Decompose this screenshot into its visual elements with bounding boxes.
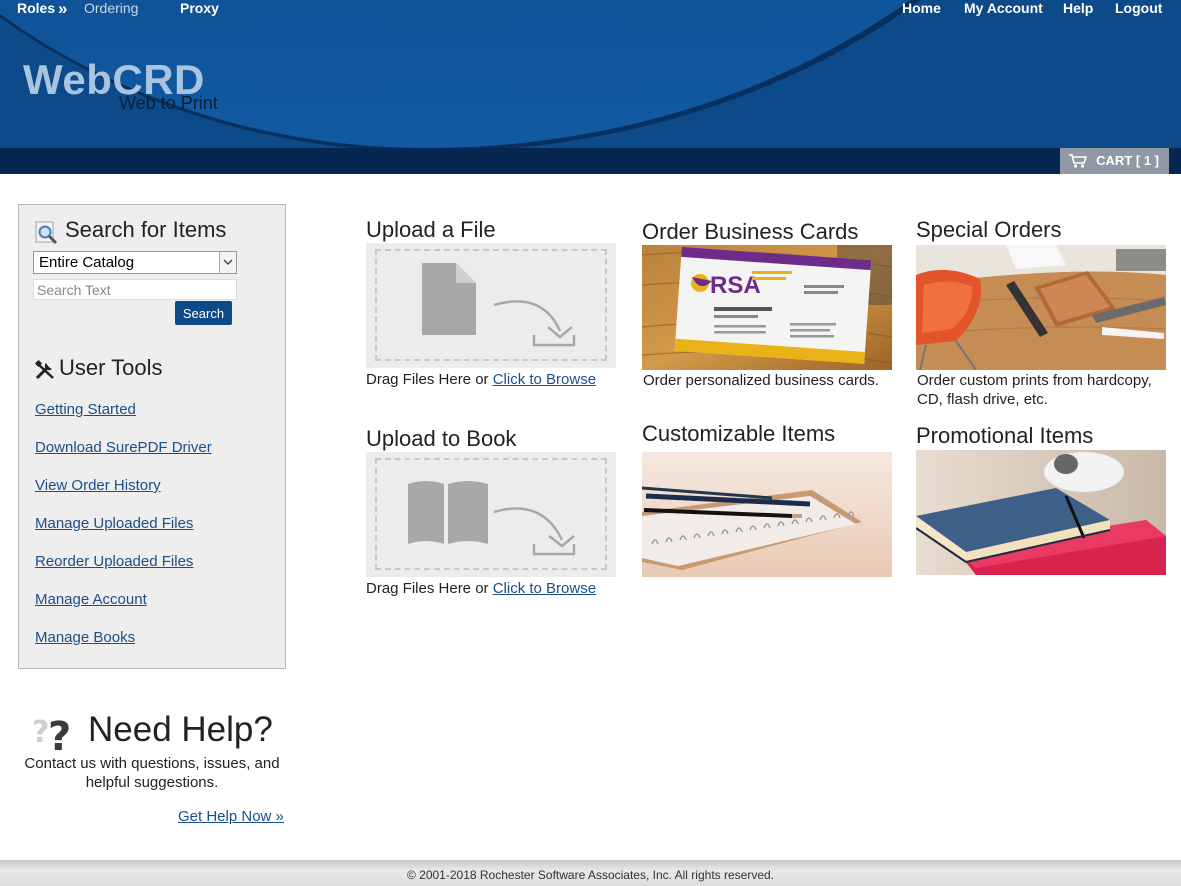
nav-home[interactable]: Home bbox=[902, 0, 941, 16]
site-header: Roles » Ordering Proxy Home My Account H… bbox=[0, 0, 1181, 174]
upload-file-browse-link[interactable]: Click to Browse bbox=[493, 371, 596, 388]
nav-roles[interactable]: Roles bbox=[17, 0, 55, 16]
upload-book-title: Upload to Book bbox=[366, 426, 517, 451]
business-cards-image[interactable]: RSA bbox=[642, 245, 892, 370]
help-title: Need Help? bbox=[88, 710, 273, 749]
special-orders-image[interactable] bbox=[916, 245, 1166, 370]
upload-file-caption-text: Drag Files Here or bbox=[366, 371, 493, 388]
link-manage-uploaded-files[interactable]: Manage Uploaded Files bbox=[35, 515, 193, 532]
user-tools-heading: User Tools bbox=[59, 355, 163, 380]
help-text: Contact us with questions, issues, and h… bbox=[24, 755, 280, 791]
copyright-text: © 2001-2018 Rochester Software Associate… bbox=[406, 868, 775, 882]
question-marks-icon: ? ? bbox=[32, 714, 71, 754]
nav-help[interactable]: Help bbox=[1063, 0, 1093, 16]
notebook-pencils-illustration bbox=[642, 452, 892, 577]
link-view-order-history[interactable]: View Order History bbox=[35, 477, 161, 494]
chevron-double-right-icon: » bbox=[58, 0, 68, 18]
nav-ordering[interactable]: Ordering bbox=[84, 0, 138, 16]
tools-icon bbox=[34, 359, 54, 380]
sidebar: Search for Items Entire Catalog Search U… bbox=[18, 204, 286, 669]
link-manage-books[interactable]: Manage Books bbox=[35, 629, 135, 646]
search-icon bbox=[35, 221, 58, 245]
nav-proxy[interactable]: Proxy bbox=[180, 0, 219, 16]
book-upload-icon bbox=[408, 481, 576, 556]
business-cards-title[interactable]: Order Business Cards bbox=[642, 219, 858, 245]
search-button[interactable]: Search bbox=[175, 301, 232, 325]
upload-book-caption: Drag Files Here or Click to Browse bbox=[366, 579, 596, 598]
nav-logout[interactable]: Logout bbox=[1115, 0, 1162, 16]
promotional-items-image[interactable] bbox=[916, 450, 1166, 575]
upload-file-dropzone[interactable] bbox=[366, 243, 616, 368]
get-help-now-link[interactable]: Get Help Now » bbox=[178, 808, 284, 825]
card-logo-text: RSA bbox=[710, 272, 761, 299]
upload-book-dropzone[interactable] bbox=[366, 452, 616, 577]
link-reorder-uploaded-files[interactable]: Reorder Uploaded Files bbox=[35, 553, 193, 570]
customizable-items-title[interactable]: Customizable Items bbox=[642, 421, 835, 447]
catalog-select-value: Entire Catalog bbox=[39, 254, 135, 271]
customizable-items-image[interactable] bbox=[642, 452, 892, 577]
business-cards-illustration: RSA bbox=[642, 245, 892, 370]
site-footer: © 2001-2018 Rochester Software Associate… bbox=[0, 860, 1181, 886]
header-band bbox=[0, 148, 1181, 174]
top-navigation: Roles » Ordering Proxy Home My Account H… bbox=[0, 0, 1181, 18]
promotional-items-title[interactable]: Promotional Items bbox=[916, 423, 1093, 449]
document-upload-icon bbox=[422, 263, 576, 347]
cart-button[interactable]: CART [ 1 ] bbox=[1060, 148, 1169, 174]
nav-my-account[interactable]: My Account bbox=[964, 0, 1043, 16]
cart-label: CART [ 1 ] bbox=[1096, 153, 1159, 168]
search-heading: Search for Items bbox=[65, 217, 227, 242]
upload-file-caption: Drag Files Here or Click to Browse bbox=[366, 370, 596, 389]
upload-book-browse-link[interactable]: Click to Browse bbox=[493, 580, 596, 597]
notebooks-illustration bbox=[916, 450, 1166, 575]
catalog-select[interactable]: Entire Catalog bbox=[33, 251, 237, 274]
desk-workspace-illustration bbox=[916, 245, 1166, 370]
shopping-cart-icon bbox=[1069, 154, 1088, 168]
link-getting-started[interactable]: Getting Started bbox=[35, 401, 136, 418]
chevron-down-icon bbox=[219, 252, 236, 273]
svg-text:?: ? bbox=[32, 715, 49, 750]
business-cards-caption: Order personalized business cards. bbox=[643, 372, 879, 389]
link-manage-account[interactable]: Manage Account bbox=[35, 591, 147, 608]
upload-book-caption-text: Drag Files Here or bbox=[366, 580, 493, 597]
upload-file-title: Upload a File bbox=[366, 217, 496, 242]
search-input[interactable] bbox=[33, 279, 237, 300]
site-logo-subtitle: Web to Print bbox=[119, 93, 218, 113]
special-orders-caption: Order custom prints from hardcopy, CD, f… bbox=[917, 372, 1152, 408]
svg-text:?: ? bbox=[48, 714, 71, 754]
link-download-surepdf-driver[interactable]: Download SurePDF Driver bbox=[35, 439, 212, 456]
special-orders-title[interactable]: Special Orders bbox=[916, 217, 1062, 243]
